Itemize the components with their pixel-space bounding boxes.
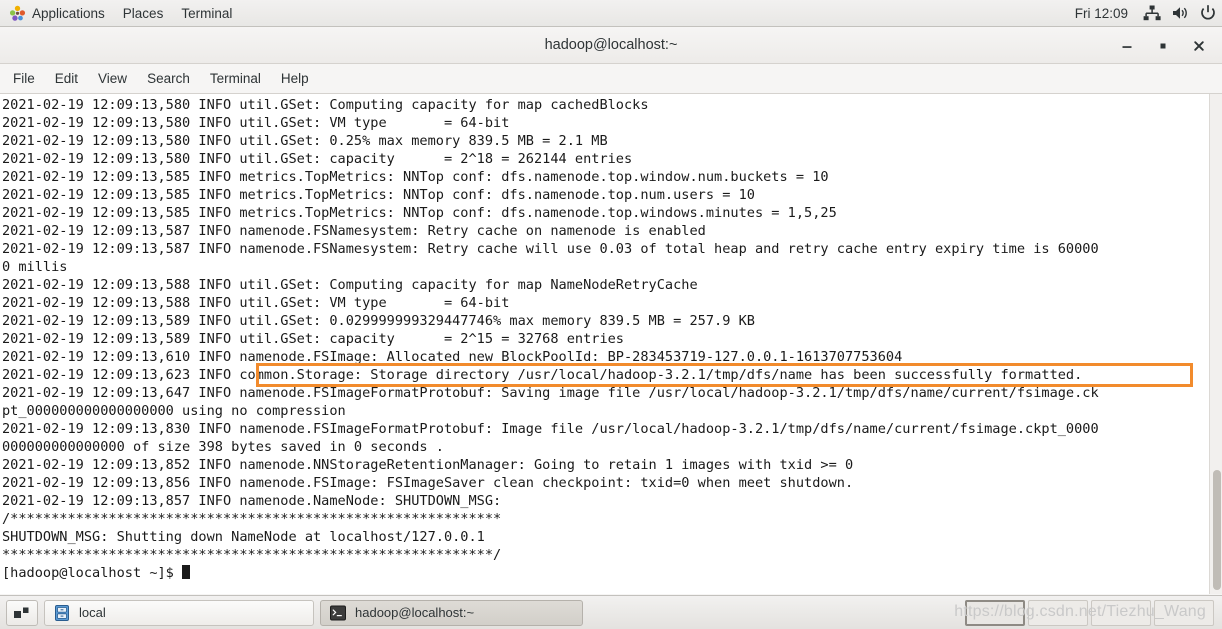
task-label-terminal: hadoop@localhost:~ [355,605,475,620]
minimize-icon [1122,45,1132,48]
terminal-line: 2021-02-19 12:09:13,588 INFO util.GSet: … [2,277,698,293]
terminal-line: [hadoop@localhost ~]$ [2,564,1212,582]
clock[interactable]: Fri 12:09 [1065,6,1138,21]
terminal-line: ****************************************… [2,547,502,563]
terminal-text: 2021-02-19 12:09:13,580 INFO util.GSet: … [0,94,1212,582]
applications-menu[interactable]: Applications [0,0,114,27]
terminal-output-area[interactable]: 2021-02-19 12:09:13,580 INFO util.GSet: … [0,94,1222,594]
terminal-line: 2021-02-19 12:09:13,580 INFO util.GSet: … [2,115,510,131]
terminal-line: 2021-02-19 12:09:13,585 INFO metrics.Top… [2,205,837,221]
clock-label: Fri 12:09 [1074,5,1128,21]
minimize-button[interactable] [1110,31,1144,61]
terminal-line: 0 millis [2,259,68,275]
menu-item-search[interactable]: Search [137,67,200,90]
volume-icon [1173,7,1187,19]
menu-label-file: File [13,71,35,86]
top-panel: Applications Places Terminal Fri 12:09 [0,0,1222,27]
menubar: File Edit View Search Terminal Help [0,64,1222,94]
terminal-line: 2021-02-19 12:09:13,587 INFO namenode.FS… [2,241,1099,257]
task-button-local[interactable]: local [44,599,314,626]
terminal-line: 2021-02-19 12:09:13,852 INFO namenode.NN… [2,457,854,473]
workspace-pager[interactable] [965,600,1214,626]
places-menu-label: Places [122,5,164,21]
terminal-line: pt_000000000000000000 using no compressi… [2,403,346,419]
maximize-button[interactable] [1146,31,1180,61]
menu-item-terminal[interactable]: Terminal [200,67,271,90]
terminal-line: 2021-02-19 12:09:13,589 INFO util.GSet: … [2,331,624,347]
window-titlebar[interactable]: hadoop@localhost:~ [0,27,1222,64]
menu-item-view[interactable]: View [88,67,137,90]
pager-cell-2[interactable] [1028,600,1088,626]
terminal-line: 2021-02-19 12:09:13,580 INFO util.GSet: … [2,151,633,167]
terminal-line: 000000000000000 of size 398 bytes saved … [2,439,444,455]
maximize-icon [1160,43,1166,48]
terminal-scrollbar[interactable] [1209,94,1222,594]
window-title: hadoop@localhost:~ [544,37,678,53]
workspace-switcher-button[interactable] [6,599,38,626]
terminal-line: 2021-02-19 12:09:13,856 INFO namenode.FS… [2,475,854,491]
terminal-line: /***************************************… [2,511,502,527]
power-button[interactable] [1194,0,1222,27]
terminal-line: 2021-02-19 12:09:13,610 INFO namenode.FS… [2,349,903,365]
terminal-icon [330,605,346,620]
window-buttons [1110,27,1216,64]
terminal-line: 2021-02-19 12:09:13,857 INFO namenode.Na… [2,493,502,509]
terminal-line: 2021-02-19 12:09:13,647 INFO namenode.FS… [2,385,1099,401]
task-label-local: local [79,605,106,620]
network-button[interactable] [1138,0,1166,27]
pager-cell-1[interactable] [965,600,1025,626]
places-menu[interactable]: Places [114,0,173,27]
network-icon [1143,5,1161,21]
terminal-line: 2021-02-19 12:09:13,830 INFO namenode.FS… [2,421,1099,437]
close-button[interactable] [1182,31,1216,61]
terminal-line: 2021-02-19 12:09:13,580 INFO util.GSet: … [2,97,649,113]
terminal-line: 2021-02-19 12:09:13,623 INFO common.Stor… [2,367,1083,383]
applications-icon [9,5,26,21]
terminal-line: 2021-02-19 12:09:13,580 INFO util.GSet: … [2,133,608,149]
applications-menu-label: Applications [32,5,105,21]
menu-item-file[interactable]: File [3,67,45,90]
terminal-menu-label: Terminal [181,5,233,21]
workspace-switcher-icon [14,607,29,618]
close-icon [1194,40,1204,51]
menu-label-search: Search [147,71,190,86]
menu-item-edit[interactable]: Edit [45,67,88,90]
terminal-line: SHUTDOWN_MSG: Shutting down NameNode at … [2,529,485,545]
file-manager-icon [55,604,69,621]
terminal-cursor [182,565,191,579]
power-icon [1201,5,1215,20]
volume-button[interactable] [1166,0,1194,27]
menu-label-view: View [98,71,128,86]
terminal-window: hadoop@localhost:~ File Edit View Search… [0,27,1222,595]
terminal-line: 2021-02-19 12:09:13,585 INFO metrics.Top… [2,169,829,185]
terminal-menu[interactable]: Terminal [172,0,241,27]
menu-label-terminal: Terminal [209,71,261,86]
taskbar: local hadoop@localhost:~ https://blog.cs… [0,595,1222,629]
terminal-line: 2021-02-19 12:09:13,588 INFO util.GSet: … [2,295,510,311]
terminal-line: 2021-02-19 12:09:13,587 INFO namenode.FS… [2,223,706,239]
menu-label-help: Help [280,71,309,86]
menu-item-help[interactable]: Help [271,67,319,90]
pager-cell-4[interactable] [1154,600,1214,626]
task-button-terminal[interactable]: hadoop@localhost:~ [320,599,583,626]
terminal-scrollbar-thumb[interactable] [1213,470,1221,590]
terminal-line: 2021-02-19 12:09:13,585 INFO metrics.Top… [2,187,755,203]
terminal-line: 2021-02-19 12:09:13,589 INFO util.GSet: … [2,313,755,329]
menu-label-edit: Edit [54,71,79,86]
pager-cell-3[interactable] [1091,600,1151,626]
